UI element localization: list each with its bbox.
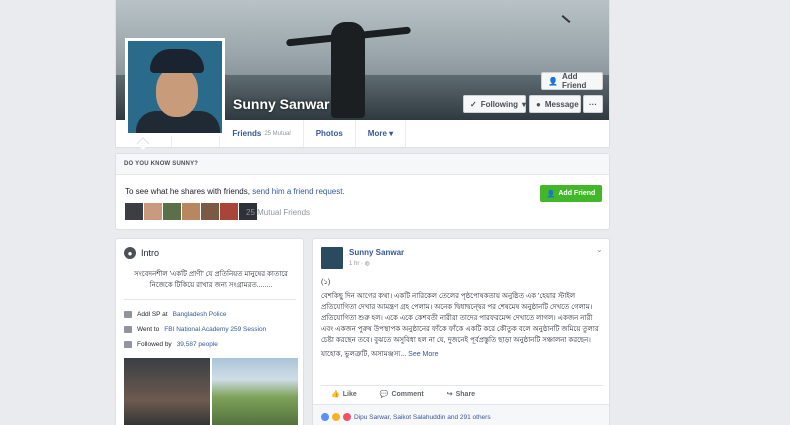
tab-label: Photos bbox=[315, 129, 343, 138]
share-button[interactable]: ↪ Share bbox=[446, 390, 476, 399]
intro-bio: সংবেদনশীল 'একটি প্রাণী' যে প্রতিনিয়ত মা… bbox=[134, 271, 288, 289]
post-tail: যাহোক, ভুলত্রুটি, অসামঞ্জস্য... See More bbox=[321, 349, 606, 360]
divider bbox=[321, 385, 603, 386]
mutual-friends-avatars bbox=[125, 203, 258, 220]
intro-row-prefix: Addl SP at bbox=[137, 311, 168, 318]
do-you-know-prompt: To see what he shares with friends, bbox=[125, 187, 250, 196]
post-author-name[interactable]: Sunny Sanwar bbox=[349, 248, 404, 257]
timeline-post: Sunny Sanwar 1 hr · ◍ ⌄ (১) বেশকিছু দিন … bbox=[312, 238, 610, 425]
post-timestamp[interactable]: 1 hr · ◍ bbox=[349, 260, 370, 267]
avatar[interactable] bbox=[125, 203, 143, 220]
intro-title: ● Intro bbox=[124, 247, 159, 259]
post-time: 1 hr · bbox=[349, 261, 365, 267]
profile-name[interactable]: Sunny Sanwar bbox=[233, 96, 329, 112]
cover-figure bbox=[331, 22, 365, 118]
profile-picture-face bbox=[156, 67, 198, 117]
avatar[interactable] bbox=[201, 203, 219, 220]
intro-photo[interactable] bbox=[124, 358, 210, 425]
post-body: (১) বেশকিছু দিন আগের কথা। একটি নারিকেল ত… bbox=[321, 277, 606, 363]
intro-work: Addl SP at Bangladesh Police bbox=[124, 311, 226, 318]
more-options-button[interactable]: ··· bbox=[583, 95, 603, 113]
do-you-know-card: DO YOU KNOW SUNNY? To see what he shares… bbox=[115, 153, 610, 230]
tab-photos[interactable]: Photos bbox=[304, 120, 356, 147]
intro-card: ● Intro সংবেদনশীল 'একটি প্রাণী' যে প্রতি… bbox=[115, 238, 304, 425]
mutual-friends-count[interactable]: 25 Mutual Friends bbox=[246, 208, 310, 217]
add-friend-green-label: Add Friend bbox=[558, 190, 596, 197]
avatar[interactable] bbox=[163, 203, 181, 220]
intro-row-prefix: Went to bbox=[137, 326, 160, 333]
messenger-icon: ● bbox=[536, 99, 541, 109]
do-you-know-text: To see what he shares with friends, send… bbox=[125, 187, 345, 196]
check-icon: ✓ bbox=[470, 99, 477, 109]
love-reaction-icon bbox=[343, 413, 351, 421]
avatar[interactable] bbox=[144, 203, 162, 220]
comment-label: Comment bbox=[391, 390, 424, 398]
friends-count: 25 Mutual bbox=[264, 130, 291, 137]
chevron-down-icon: ▾ bbox=[389, 129, 394, 138]
comment-icon: 💬 bbox=[379, 391, 389, 398]
add-friend-label: Add Friend bbox=[561, 72, 587, 90]
do-you-know-header: DO YOU KNOW SUNNY? bbox=[116, 154, 609, 175]
intro-work-link[interactable]: Bangladesh Police bbox=[173, 311, 227, 318]
intro-row-prefix: Followed by bbox=[137, 341, 172, 348]
tab-more[interactable]: More ▾ bbox=[356, 120, 407, 147]
message-label: Message bbox=[544, 99, 579, 109]
add-friend-icon: 👤 bbox=[546, 190, 556, 198]
divider bbox=[124, 299, 296, 300]
tab-label: Friends bbox=[232, 129, 262, 138]
post-options-chevron-icon[interactable]: ⌄ bbox=[596, 245, 603, 254]
followers-link[interactable]: 39,587 people bbox=[177, 341, 218, 348]
post-actions: 👍 Like 💬 Comment ↪ Share bbox=[331, 390, 476, 399]
like-button[interactable]: 👍 Like bbox=[331, 390, 357, 399]
rss-icon bbox=[124, 341, 132, 348]
post-number: (১) bbox=[321, 279, 331, 286]
following-label: Following bbox=[480, 99, 519, 109]
friend-request-link[interactable]: send him a friend request. bbox=[252, 187, 345, 196]
globe-icon: ● bbox=[124, 247, 136, 259]
globe-icon: ◍ bbox=[364, 261, 370, 267]
share-icon: ↪ bbox=[446, 391, 453, 398]
post-tail-text: যাহোক, ভুলত্রুটি, অসামঞ্জস্য... bbox=[321, 351, 407, 358]
profile-picture[interactable] bbox=[125, 38, 225, 136]
add-friend-button[interactable]: 👤 Add Friend bbox=[541, 72, 603, 90]
comment-button[interactable]: 💬 Comment bbox=[379, 390, 424, 399]
thumbs-up-icon: 👍 bbox=[331, 391, 340, 398]
tab-friends[interactable]: Friends 25 Mutual bbox=[220, 120, 304, 147]
following-button[interactable]: ✓ Following ▾ bbox=[463, 95, 526, 113]
briefcase-icon bbox=[124, 311, 132, 318]
share-label: Share bbox=[455, 390, 476, 398]
intro-education: Went to FBI National Academy 259 Session bbox=[124, 326, 266, 333]
tab-label: More bbox=[367, 129, 387, 138]
intro-title-text: Intro bbox=[141, 248, 160, 258]
chevron-down-icon: ▾ bbox=[522, 99, 527, 109]
cover-bird bbox=[561, 15, 571, 23]
avatar[interactable] bbox=[182, 203, 200, 220]
profile-picture-cap bbox=[150, 49, 204, 73]
add-friend-green-button[interactable]: 👤 Add Friend bbox=[540, 185, 602, 202]
message-button[interactable]: ● Message bbox=[529, 95, 581, 113]
intro-followers: Followed by 39,587 people bbox=[124, 341, 218, 348]
haha-reaction-icon bbox=[332, 413, 340, 421]
add-friend-icon: 👤 bbox=[548, 76, 558, 86]
like-reaction-icon bbox=[321, 413, 329, 421]
avatar[interactable] bbox=[220, 203, 238, 220]
see-more-link[interactable]: See More bbox=[408, 351, 438, 358]
reactions-text: Dipu Sarwar, Saikot Salahuddin and 291 o… bbox=[354, 413, 491, 421]
reactions-summary[interactable]: Dipu Sarwar, Saikot Salahuddin and 291 o… bbox=[313, 404, 609, 425]
graduation-cap-icon bbox=[124, 326, 132, 333]
intro-photo[interactable] bbox=[212, 358, 298, 425]
post-paragraph: বেশকিছু দিন আগের কথা। একটি নারিকেল তেলের… bbox=[321, 293, 599, 344]
post-author-avatar[interactable] bbox=[321, 247, 343, 269]
intro-education-link[interactable]: FBI National Academy 259 Session bbox=[164, 326, 266, 333]
like-label: Like bbox=[342, 390, 357, 398]
